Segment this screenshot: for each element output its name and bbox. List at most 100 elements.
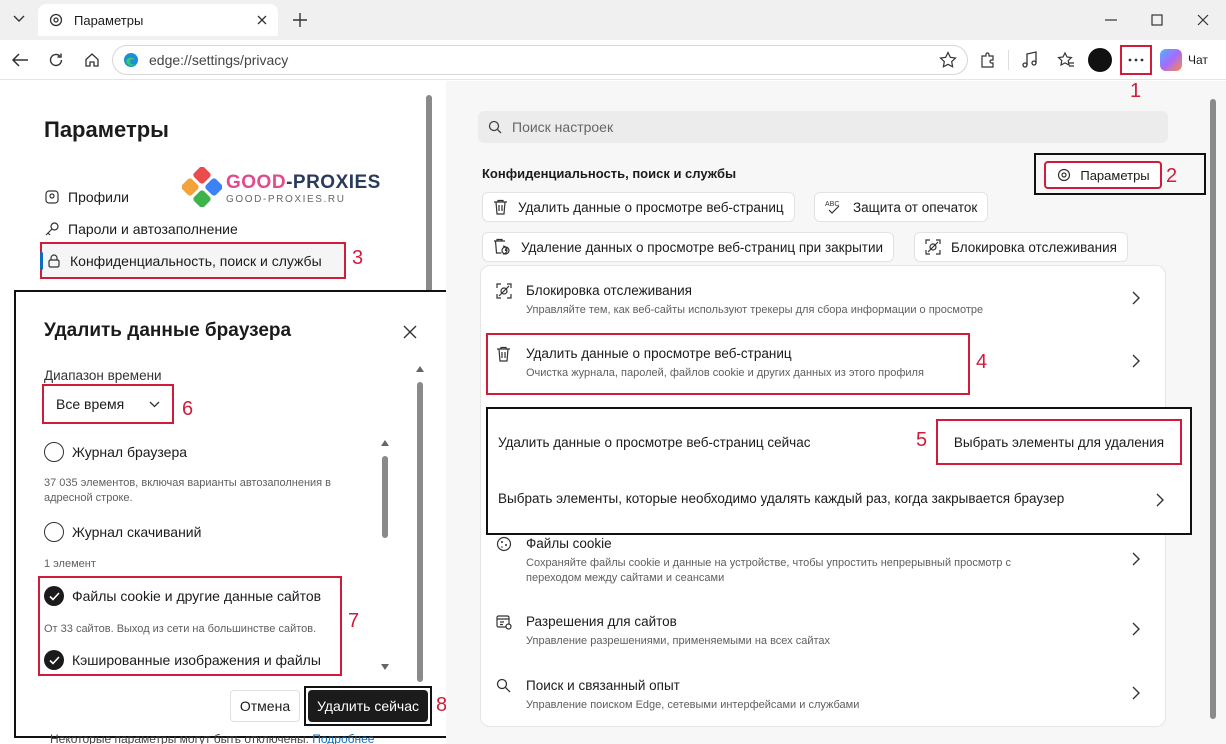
unchecked-icon[interactable] (44, 442, 64, 462)
address-toolbar: edge://settings/privacy Чат (0, 40, 1226, 80)
sidebar-item-profiles[interactable]: Профили (44, 181, 129, 213)
row-site-permissions[interactable]: Разрешения для сайтов Управление разреше… (496, 614, 1146, 654)
option-label: Журнал браузера (72, 444, 188, 460)
dialog-title: Удалить данные браузера (44, 320, 292, 341)
profile-avatar[interactable] (1088, 48, 1112, 72)
section-title: Конфиденциальность, поиск и службы (482, 166, 737, 181)
favorites-icon (1057, 51, 1074, 67)
extensions-button[interactable] (974, 46, 1002, 74)
home-button[interactable] (78, 46, 106, 74)
row-tracking-prevention[interactable]: Блокировка отслеживания Управляйте тем, … (496, 283, 1146, 323)
chip-delete-browsing-data[interactable]: Удалить данные о просмотре веб-страниц (482, 192, 795, 222)
dialog-scrollbar[interactable] (417, 382, 423, 682)
option-browsing-history[interactable]: Журнал браузера (44, 440, 187, 464)
chip-label: Удалить данные о просмотре веб-страниц (518, 199, 784, 215)
content-scrollbar[interactable] (1210, 99, 1216, 719)
browser-window: Параметры edge://settings/privacy Чат Па… (0, 0, 1226, 744)
profile-icon (44, 189, 68, 205)
more-menu-button[interactable] (1120, 45, 1152, 75)
trash-clock-icon (493, 238, 511, 256)
row-search-services[interactable]: Поиск и связанный опыт Управление поиско… (496, 678, 1146, 718)
option-label: Файлы cookie и другие данные сайтов (72, 588, 322, 604)
favorites-button[interactable] (1052, 46, 1080, 74)
close-tab-icon[interactable] (256, 14, 268, 26)
sidebar-item-privacy[interactable]: Конфиденциальность, поиск и службы (40, 242, 346, 279)
maximize-button[interactable] (1142, 6, 1172, 34)
copilot-chat-button[interactable]: Чат (1160, 47, 1208, 73)
good-proxies-logo-icon (182, 167, 222, 207)
row-cookies[interactable]: Файлы cookie Сохраняйте файлы cookie и д… (496, 536, 1146, 584)
nav-scrollbar[interactable] (426, 95, 432, 295)
back-button[interactable] (6, 46, 34, 74)
option-cached-images[interactable]: Кэшированные изображения и файлы (44, 648, 321, 672)
chip-delete-on-close[interactable]: Удаление данных о просмотре веб-страниц … (482, 232, 895, 262)
plus-icon (293, 13, 307, 27)
row-subtitle: Очистка журнала, паролей, файлов cookie … (526, 367, 924, 379)
row-title: Файлы cookie (526, 536, 612, 551)
annotation-7: 7 (348, 610, 360, 632)
clear-data-dialog: Удалить данные браузера Диапазон времени… (14, 290, 456, 738)
row-title: Блокировка отслеживания (526, 283, 692, 298)
delete-now-button[interactable]: Удалить сейчас (308, 690, 428, 722)
chip-typo-protection[interactable]: ABC Защита от опечаток (814, 192, 989, 222)
key-icon (44, 221, 68, 237)
close-window-button[interactable] (1188, 6, 1218, 34)
time-range-select[interactable]: Все время (42, 384, 174, 424)
checkmark-icon[interactable] (44, 586, 64, 606)
search-icon (496, 678, 511, 693)
scroll-down-icon[interactable] (381, 664, 389, 670)
search-input[interactable]: Поиск настроек (478, 111, 1168, 143)
option-label: Кэшированные изображения и файлы (72, 652, 321, 668)
annotation-2: 2 (1166, 165, 1178, 187)
delete-now-label: Удалить данные о просмотре веб-страниц с… (498, 435, 811, 450)
minimize-button[interactable] (1096, 6, 1126, 34)
options-scrollbar[interactable] (382, 456, 388, 538)
checkmark-icon[interactable] (44, 650, 64, 670)
new-tab-button[interactable] (288, 8, 312, 32)
footer-note: Некоторые параметры могут быть отключены… (50, 732, 375, 744)
active-indicator (40, 252, 43, 270)
scroll-up-icon[interactable] (416, 366, 424, 372)
tab-actions-button[interactable] (6, 7, 32, 31)
chevron-right-icon (1132, 354, 1140, 368)
row-title: Удалить данные о просмотре веб-страниц (526, 346, 792, 361)
scroll-up-icon[interactable] (381, 440, 389, 446)
chevron-right-icon (1132, 686, 1140, 700)
chip-tracking-prevention[interactable]: Блокировка отслеживания (914, 232, 1128, 262)
chevron-right-icon[interactable] (1156, 493, 1164, 507)
sidebar-item-label: Конфиденциальность, поиск и службы (70, 252, 322, 269)
sidebar-item-passwords[interactable]: Пароли и автозаполнение (44, 213, 238, 245)
chip-label: Защита от опечаток (853, 199, 978, 215)
cancel-button[interactable]: Отмена (230, 690, 300, 722)
settings-title: Параметры (44, 117, 169, 142)
address-bar[interactable]: edge://settings/privacy (112, 45, 968, 75)
home-icon (85, 53, 99, 67)
maximize-icon (1151, 14, 1163, 26)
annotation-3: 3 (352, 247, 364, 269)
delete-on-close-label[interactable]: Выбрать элементы, которые необходимо уда… (498, 491, 1064, 506)
chip-label: Блокировка отслеживания (951, 239, 1117, 255)
site-permissions-icon (496, 614, 512, 630)
unchecked-icon[interactable] (44, 522, 64, 542)
tab-settings[interactable]: Параметры (38, 4, 278, 36)
title-bar: Параметры (0, 0, 1226, 40)
close-icon (1197, 14, 1209, 26)
option-cookies[interactable]: Файлы cookie и другие данные сайтов (44, 584, 321, 608)
music-note-icon (1022, 51, 1037, 68)
close-icon[interactable] (402, 324, 420, 342)
row-subtitle: Сохраняйте файлы cookie и данные на устр… (526, 557, 1011, 584)
media-button[interactable] (1016, 46, 1044, 74)
learn-more-link[interactable]: Подробнее (312, 732, 374, 744)
trash-icon (496, 346, 511, 362)
refresh-icon (49, 53, 63, 67)
watermark-url: GOOD-PROXIES.RU (226, 194, 346, 205)
choose-items-button[interactable]: Выбрать элементы для удаления (944, 427, 1174, 457)
chevron-down-icon (149, 401, 160, 408)
refresh-button[interactable] (42, 46, 70, 74)
settings-params-button[interactable]: Параметры (1044, 161, 1162, 189)
option-download-history[interactable]: Журнал скачиваний (44, 520, 201, 544)
row-title: Разрешения для сайтов (526, 614, 677, 629)
row-delete-browsing-data[interactable]: Удалить данные о просмотре веб-страниц О… (496, 346, 1146, 386)
favorite-star-icon[interactable] (939, 51, 957, 69)
chevron-right-icon (1132, 552, 1140, 566)
